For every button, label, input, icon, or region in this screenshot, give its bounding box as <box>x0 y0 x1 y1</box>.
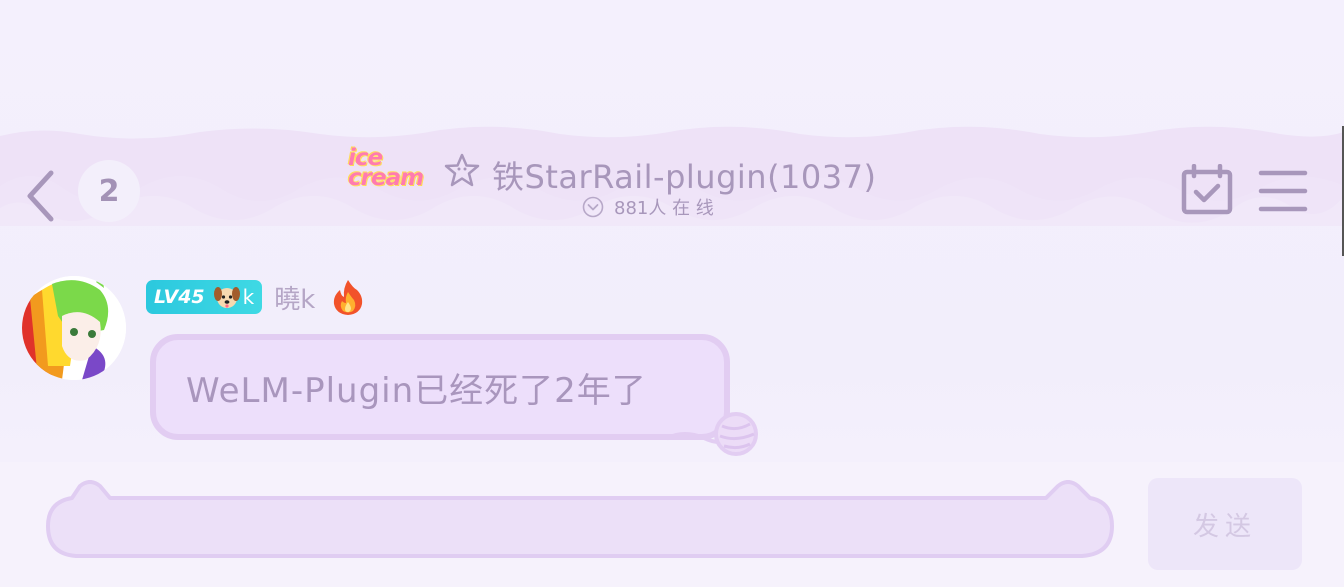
send-button[interactable]: 发送 <box>1148 478 1302 570</box>
calendar-button[interactable] <box>1180 163 1234 218</box>
sender-name[interactable]: 曉k <box>274 279 315 316</box>
chat-header: 2 ice cream 铁StarRail-plugin(1037) 881人 … <box>0 126 1344 236</box>
menu-button[interactable] <box>1258 168 1308 214</box>
level-badge: LV45 k <box>146 280 263 314</box>
calendar-check-icon <box>1181 163 1233 215</box>
composer-bar: 发送 <box>0 462 1344 587</box>
unread-count-badge[interactable]: 2 <box>78 160 140 222</box>
avatar[interactable] <box>22 276 126 380</box>
online-status[interactable]: 881人 在 线 <box>582 194 714 220</box>
online-count: 881人 在 线 <box>614 198 714 219</box>
sender-info: LV45 k 曉k <box>146 278 365 316</box>
level-text: LV45 <box>154 286 205 308</box>
chat-window: 2 ice cream 铁StarRail-plugin(1037) 881人 … <box>0 0 1344 587</box>
hamburger-menu-icon <box>1258 170 1308 212</box>
message-input[interactable] <box>58 502 1102 552</box>
chevron-left-icon <box>27 170 54 222</box>
chat-title[interactable]: ice cream 铁StarRail-plugin(1037) 881人 在 … <box>346 144 946 220</box>
yarn-ball-icon <box>666 412 758 456</box>
logo-text: ice cream <box>348 145 424 191</box>
badge-suffix: k <box>242 285 255 309</box>
ice-cream-logo: ice cream <box>346 144 438 192</box>
message-item: LV45 k 曉k WeLM-Plugin已经死了2年了 <box>0 270 1344 460</box>
star-outline-icon <box>444 153 480 187</box>
back-button[interactable] <box>18 166 62 226</box>
anime-avatar-image <box>22 276 126 380</box>
message-bubble[interactable]: WeLM-Plugin已经死了2年了 <box>150 334 730 440</box>
puppy-icon <box>213 287 240 308</box>
fire-icon <box>334 280 363 315</box>
message-text: WeLM-Plugin已经死了2年了 <box>186 370 647 411</box>
group-name: 铁StarRail-plugin(1037) <box>492 158 877 196</box>
chevron-down-circle-icon <box>582 196 604 218</box>
